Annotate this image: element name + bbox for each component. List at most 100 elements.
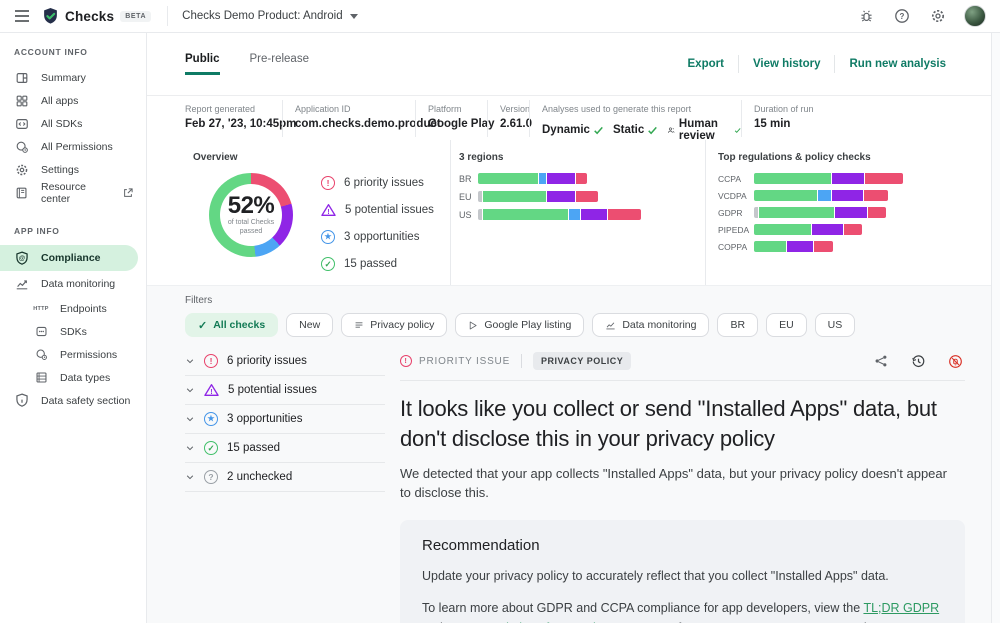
- regulations-title: Top regulations & policy checks: [718, 152, 1000, 163]
- bar-row: EU: [459, 191, 705, 202]
- bar-label: BR: [459, 174, 478, 184]
- bar-row: PIPEDA: [718, 224, 1000, 235]
- chip-new[interactable]: New: [286, 313, 333, 337]
- chip-us[interactable]: US: [815, 313, 856, 337]
- sidebar-item-settings[interactable]: Settings: [0, 158, 146, 181]
- legend-label: 6 priority issues: [344, 177, 424, 189]
- group-priority-issues[interactable]: ! 6 priority issues: [185, 347, 385, 376]
- chip-eu[interactable]: EU: [766, 313, 807, 337]
- sidebar-item-data-types[interactable]: Data types: [0, 366, 146, 389]
- filter-chips: ✓ All checks New Privacy policy Google P…: [185, 313, 975, 337]
- bar-segment-unchecked: [478, 191, 482, 202]
- chevron-down-icon[interactable]: [185, 443, 195, 453]
- group-passed[interactable]: ✓ 15 passed: [185, 434, 385, 463]
- meta-label: Analyses used to generate this report: [542, 104, 741, 114]
- sidebar-item-label: All SDKs: [41, 118, 82, 130]
- google-play-icon: [468, 320, 478, 331]
- chip-google-play-listing[interactable]: Google Play listing: [455, 313, 584, 337]
- chip-data-monitoring[interactable]: Data monitoring: [592, 313, 709, 337]
- bar-label: CCPA: [718, 174, 754, 184]
- run-new-analysis-button[interactable]: Run new analysis: [835, 58, 960, 70]
- sidebar-item-all-apps[interactable]: All apps: [0, 89, 146, 112]
- chip-label: US: [828, 319, 843, 331]
- share-icon[interactable]: [871, 351, 891, 371]
- group-potential-issues[interactable]: ! 5 potential issues: [185, 376, 385, 405]
- bar-segment-passed: [478, 173, 538, 184]
- sidebar-item-label: Summary: [41, 72, 86, 84]
- product-selector[interactable]: Checks Demo Product: Android: [182, 10, 357, 22]
- priority-issue-icon: !: [321, 176, 335, 190]
- bar-label: US: [459, 210, 478, 220]
- group-unchecked[interactable]: ? 2 unchecked: [185, 463, 385, 492]
- sidebar-item-data-safety-section[interactable]: Data safety section: [0, 389, 146, 412]
- chip-label: Data monitoring: [622, 319, 696, 331]
- bar-row: GDPR: [718, 207, 1000, 218]
- resource-book-icon: [14, 186, 30, 200]
- sidebar-item-all-sdks[interactable]: All SDKs: [0, 112, 146, 135]
- donut-caption: passed: [240, 227, 263, 236]
- chip-label: BR: [730, 319, 745, 331]
- group-label: 3 opportunities: [227, 413, 302, 425]
- sidebar-item-sdks[interactable]: SDKs: [0, 320, 146, 343]
- recommendation-card: Recommendation Update your privacy polic…: [400, 520, 965, 623]
- tabs-row: Public Pre-release Export View history R…: [147, 33, 1000, 95]
- check-icon: [593, 125, 604, 136]
- scrollbar[interactable]: [991, 33, 1000, 623]
- menu-icon[interactable]: [10, 4, 34, 28]
- results-content: ! 6 priority issues ! 5 potential issues…: [185, 347, 975, 623]
- chevron-down-icon[interactable]: [185, 472, 195, 482]
- issue-detail-panel: ! PRIORITY ISSUE PRIVACY POLICY: [400, 351, 965, 623]
- analyses-used: Analyses used to generate this report Dy…: [529, 100, 741, 137]
- passed-icon: ✓: [321, 257, 335, 271]
- divider: [167, 6, 168, 26]
- sidebar-item-compliance[interactable]: @ Compliance: [0, 245, 138, 271]
- apps-grid-icon: [14, 94, 30, 108]
- export-button[interactable]: Export: [674, 58, 738, 70]
- bar-segment-passed: [759, 207, 834, 218]
- bug-report-icon[interactable]: [856, 6, 876, 26]
- sidebar-item-permissions[interactable]: Permissions: [0, 343, 146, 366]
- group-label: 6 priority issues: [227, 355, 307, 367]
- bar-segment-priority: [844, 224, 862, 235]
- sidebar-item-all-permissions[interactable]: All Permissions: [0, 135, 146, 158]
- sidebar-item-label: Data safety section: [41, 395, 130, 407]
- tab-public[interactable]: Public: [185, 53, 220, 75]
- help-icon[interactable]: ?: [892, 6, 912, 26]
- checks-logo[interactable]: Checks BETA: [42, 7, 151, 26]
- sidebar-item-endpoints[interactable]: HTTP Endpoints: [0, 297, 146, 320]
- bar-segment-opportunity: [818, 190, 831, 201]
- external-link-icon[interactable]: [122, 187, 134, 199]
- legend-priority-issues: ! 6 priority issues: [321, 176, 434, 190]
- analysis-static: Static: [613, 124, 658, 136]
- check-icon: ✓: [198, 319, 207, 332]
- legend-opportunities: ★ 3 opportunities: [321, 230, 434, 244]
- mute-issue-icon[interactable]: [945, 351, 965, 371]
- tab-pre-release[interactable]: Pre-release: [250, 53, 309, 75]
- chevron-down-icon[interactable]: [185, 385, 195, 395]
- chip-privacy-policy[interactable]: Privacy policy: [341, 313, 447, 337]
- history-icon[interactable]: [908, 351, 928, 371]
- issue-group-list: ! 6 priority issues ! 5 potential issues…: [185, 347, 385, 623]
- chip-all-checks[interactable]: ✓ All checks: [185, 313, 278, 337]
- platform: Platform Google Play: [415, 100, 487, 137]
- data-list-icon: [33, 371, 49, 384]
- chip-br[interactable]: BR: [717, 313, 758, 337]
- sidebar-item-resource-center[interactable]: Resource center: [0, 181, 146, 204]
- shield-logo-icon: [42, 7, 59, 26]
- group-opportunities[interactable]: ★ 3 opportunities: [185, 405, 385, 434]
- settings-gear-icon[interactable]: [928, 6, 948, 26]
- tldr-gdpr-link[interactable]: TL;DR GDPR: [863, 601, 939, 615]
- sidebar-item-data-monitoring[interactable]: Data monitoring: [0, 271, 146, 297]
- group-label: 2 unchecked: [227, 471, 292, 483]
- sidebar-item-summary[interactable]: Summary: [0, 66, 146, 89]
- recommendation-paragraph: To learn more about GDPR and CCPA compli…: [422, 598, 943, 623]
- donut-caption: of total Checks: [228, 218, 274, 227]
- chevron-down-icon[interactable]: [185, 356, 195, 366]
- bar-track: [754, 241, 833, 252]
- chevron-down-icon[interactable]: [185, 414, 195, 424]
- svg-text:!: !: [210, 389, 212, 396]
- view-history-button[interactable]: View history: [739, 58, 835, 70]
- meta-label: Version: [500, 104, 529, 114]
- user-avatar[interactable]: [964, 5, 986, 27]
- policy-lines-icon: [354, 320, 364, 330]
